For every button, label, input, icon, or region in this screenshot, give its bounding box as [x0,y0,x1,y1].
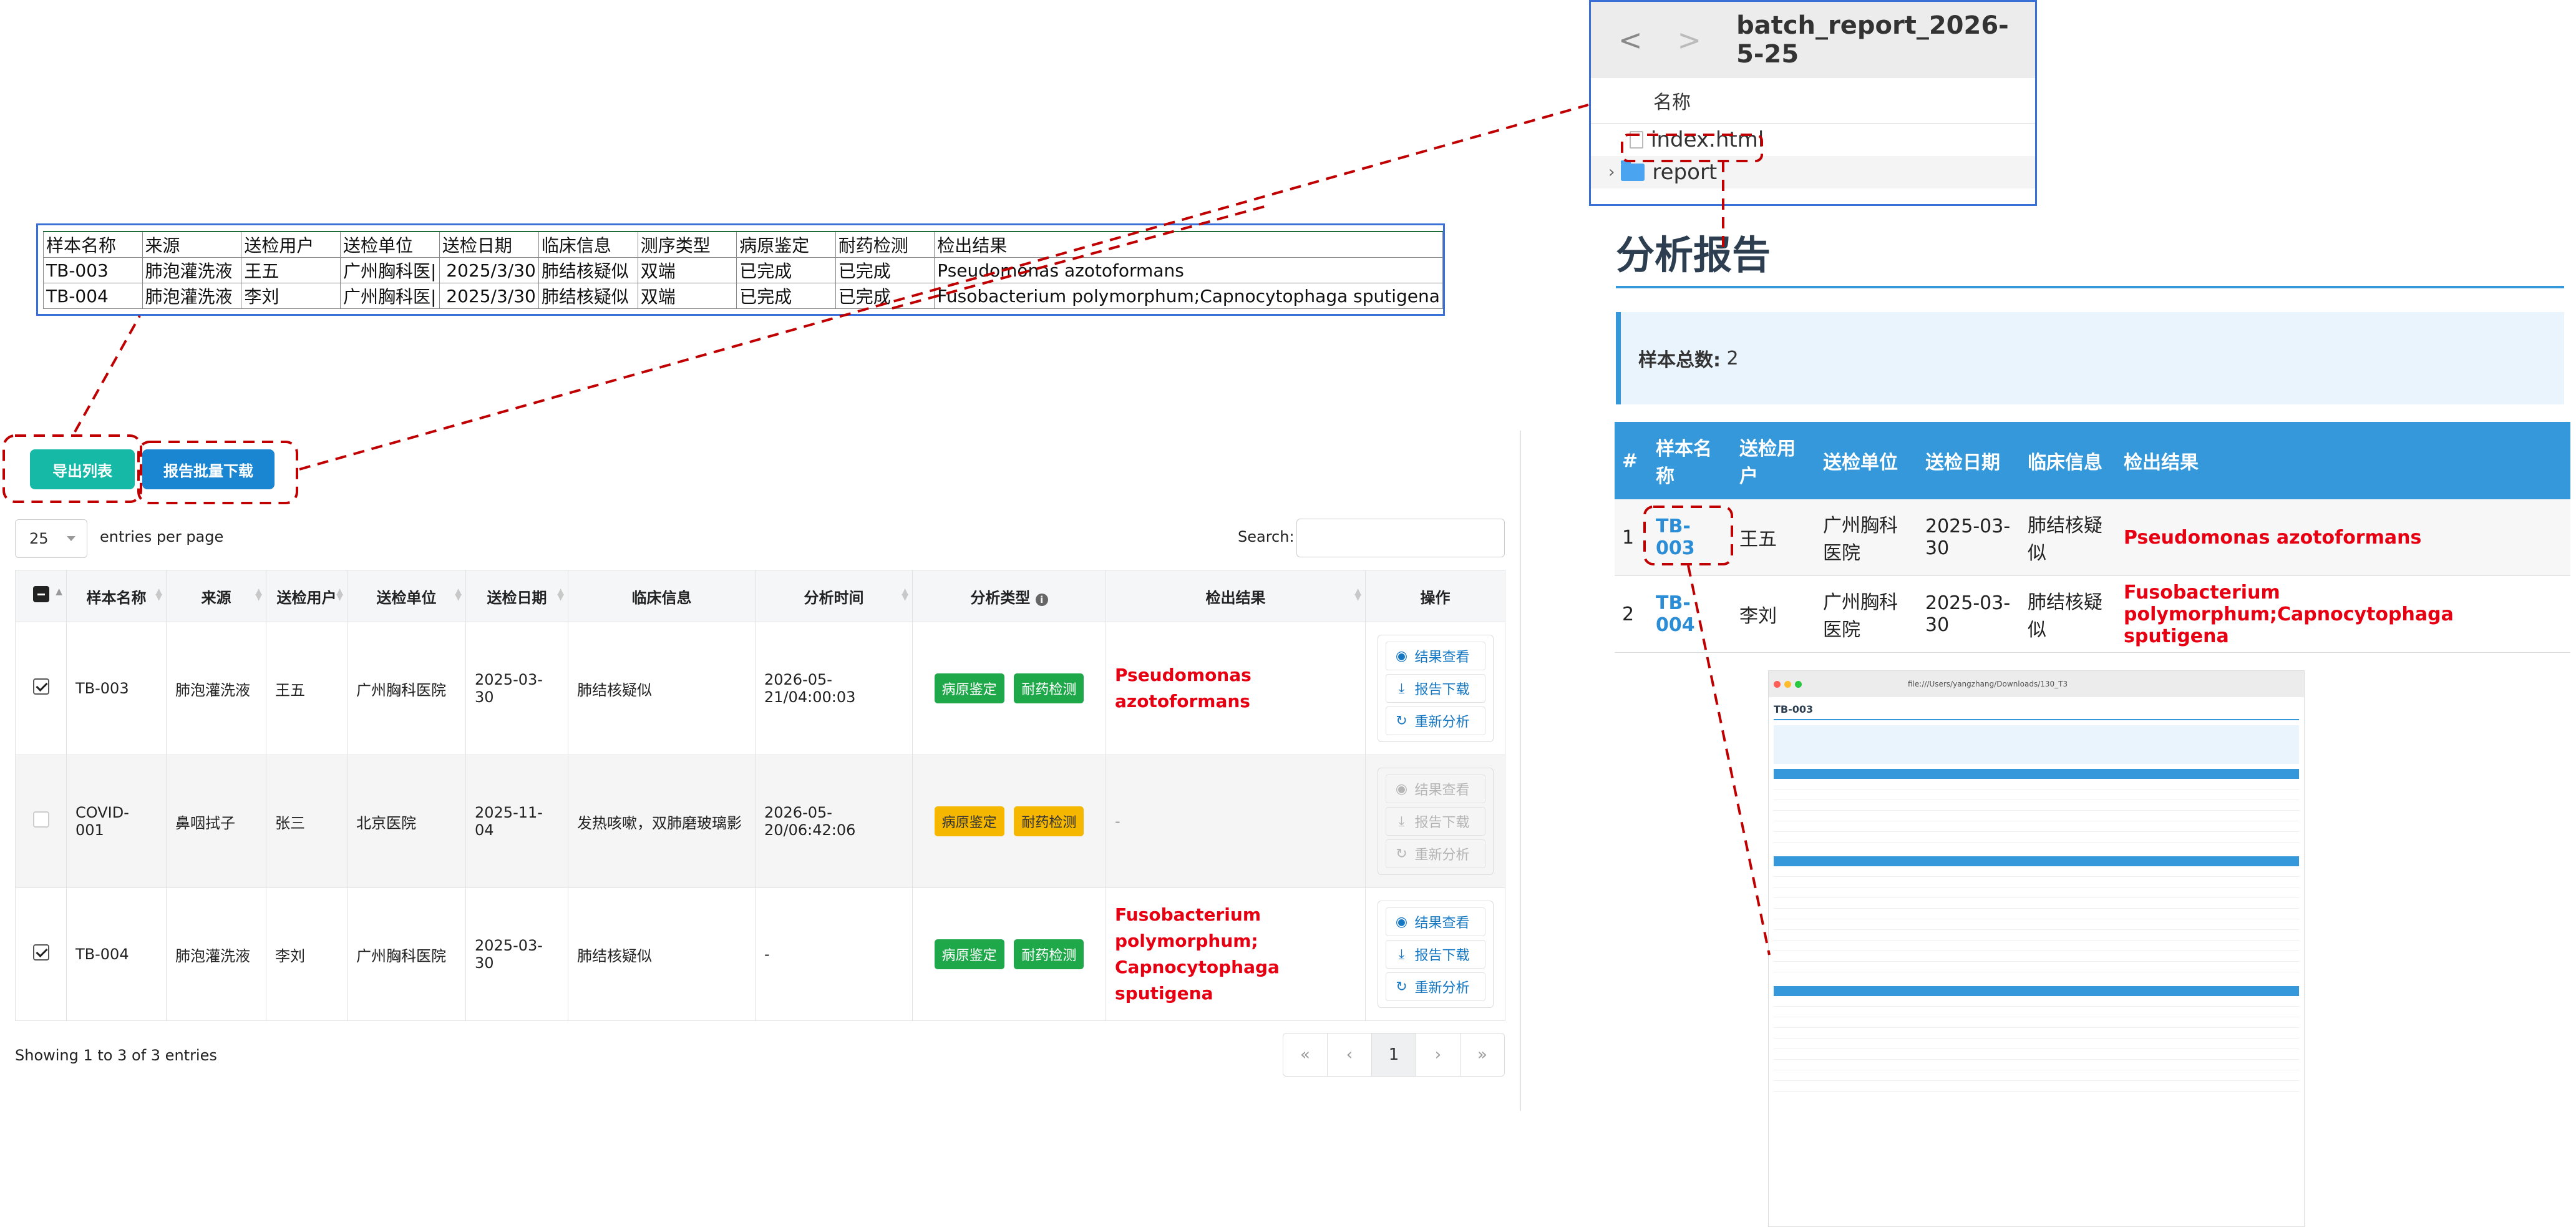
connector-line [892,205,1267,310]
export-button-highlight [2,434,142,503]
annotation-overlay [2,104,1771,956]
batch-button-highlight [137,441,298,504]
index-html-highlight [1621,134,1763,162]
connector-line [74,315,141,433]
report-link-highlight [1643,506,1733,565]
connector-line [1687,565,1771,956]
connector-line [299,104,1589,471]
